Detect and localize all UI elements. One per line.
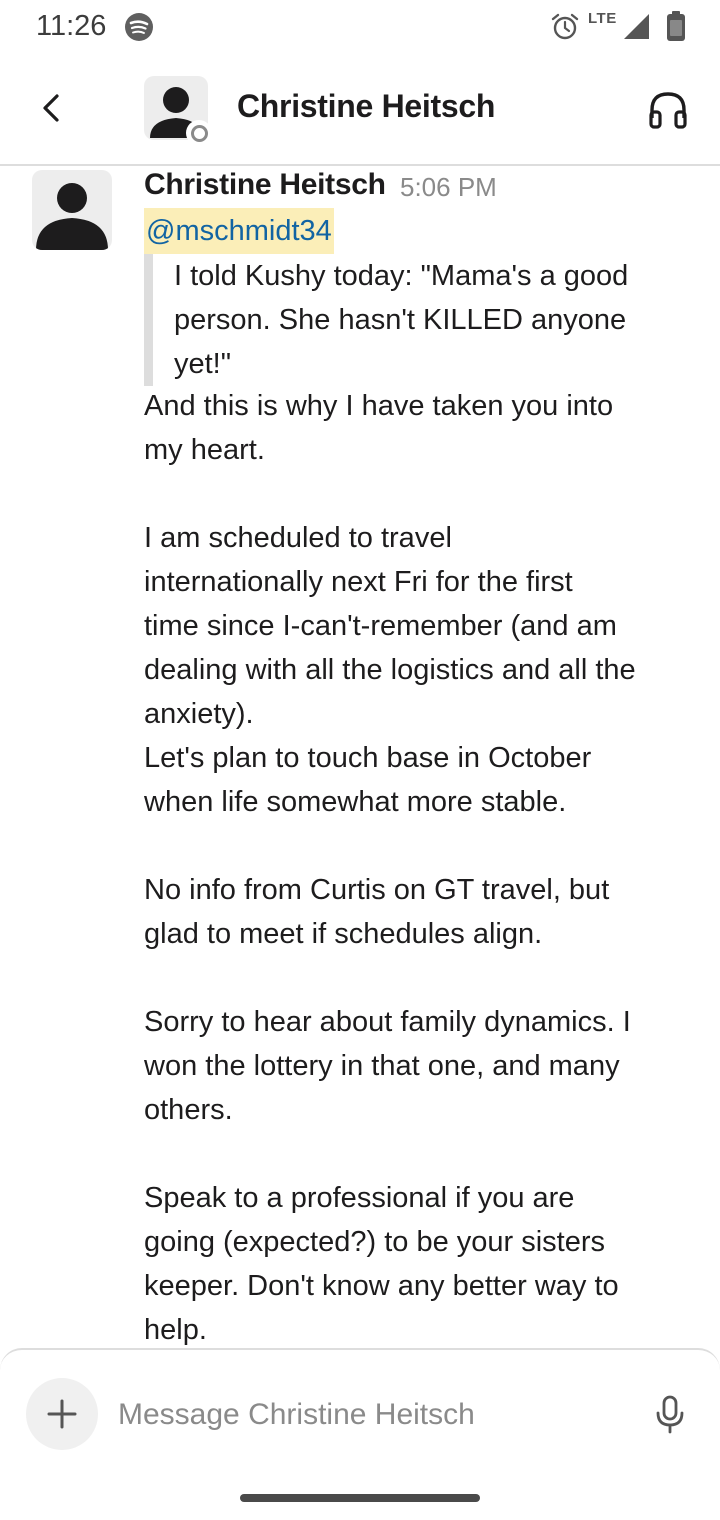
headphones-icon [649, 92, 687, 129]
message-author[interactable]: Christine Heitsch [144, 168, 386, 202]
status-time: 11:26 [36, 10, 107, 42]
status-bar: 11:26 LTE [0, 0, 720, 56]
gesture-nav-handle[interactable] [240, 1494, 480, 1502]
battery-icon [667, 11, 685, 41]
microphone-icon [656, 1395, 684, 1434]
paragraph-break [144, 824, 700, 868]
page-title[interactable]: Christine Heitsch [237, 88, 495, 125]
message-line: Speak to a professional if you are [144, 1182, 575, 1214]
quote-line: I told Kushy today: "Mama's a good [174, 260, 629, 292]
message-line: dealing with all the logistics and all t… [144, 654, 636, 686]
voice-message-button[interactable] [652, 1394, 688, 1434]
message-line: internationally next Fri for the first [144, 566, 573, 598]
message-input[interactable] [118, 1390, 618, 1440]
message-body: And this is why I have taken you into my… [144, 384, 700, 1352]
message-avatar[interactable] [32, 170, 112, 250]
message-line: my heart. [144, 434, 265, 466]
network-type: LTE [588, 10, 617, 27]
quote-line: person. She hasn't KILLED anyone [174, 304, 627, 336]
add-attachment-button[interactable] [26, 1378, 98, 1450]
message-line: Let's plan to touch base in October [144, 742, 592, 774]
user-mention[interactable]: @mschmidt34 [144, 208, 334, 254]
message-composer [0, 1348, 720, 1520]
alarm-icon [551, 13, 579, 40]
blockquote: I told Kushy today: "Mama's a good perso… [144, 254, 704, 386]
back-button[interactable] [30, 86, 74, 130]
message-line: No info from Curtis on GT travel, but [144, 874, 610, 906]
message-line: won the lottery in that one, and many [144, 1050, 620, 1082]
plus-icon [47, 1399, 77, 1429]
huddle-button[interactable] [646, 90, 690, 130]
message-line: I am scheduled to travel [144, 522, 452, 554]
presence-indicator [186, 120, 212, 146]
chevron-left-icon [43, 94, 59, 122]
message-line: others. [144, 1094, 233, 1126]
message-line: Sorry to hear about family dynamics. I [144, 1006, 631, 1038]
message-line: glad to meet if schedules align. [144, 918, 543, 950]
quote-line: yet!" [174, 348, 232, 380]
message-line: And this is why I have taken you into [144, 390, 614, 422]
signal-icon [624, 14, 649, 39]
message-line: going (expected?) to be your sisters [144, 1226, 606, 1258]
message-line: when life somewhat more stable. [144, 786, 567, 818]
conversation-header: Christine Heitsch [0, 56, 720, 166]
paragraph-break [144, 472, 700, 516]
message-line: keeper. Don't know any better way to [144, 1270, 619, 1302]
paragraph-break [144, 956, 700, 1000]
message-line: time since I-can't-remember (and am [144, 610, 617, 642]
user-silhouette-icon [36, 183, 108, 250]
message-line: anxiety). [144, 698, 254, 730]
spotify-icon [125, 13, 153, 41]
message-line: help. [144, 1314, 207, 1346]
paragraph-break [144, 1132, 700, 1176]
message-timestamp: 5:06 PM [400, 172, 497, 202]
